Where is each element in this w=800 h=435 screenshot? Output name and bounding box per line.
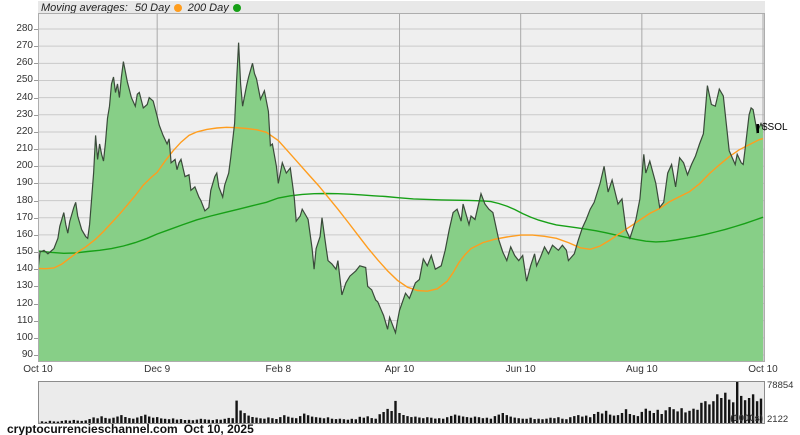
date-label: Oct 10, 2025 — [183, 422, 254, 435]
y-axis-tick — [34, 252, 38, 254]
y-axis-tick — [34, 114, 38, 116]
y-axis-tick — [34, 183, 38, 185]
chart-page: Moving averages: 50 Day 200 Day 90 100 110 1… — [0, 0, 800, 435]
y-axis-label: 270 — [16, 40, 33, 52]
y-axis-label: 170 — [16, 211, 33, 223]
x-axis-label: Oct 10 — [23, 364, 53, 375]
y-axis-label: 210 — [16, 143, 33, 155]
footer: cryptocurrencieschannel.com Oct 10, 2025 — [7, 422, 260, 435]
y-axis-label: 220 — [16, 125, 33, 137]
y-axis-tick — [34, 337, 38, 339]
y-axis-tick — [34, 166, 38, 168]
y-axis-label: 150 — [16, 246, 33, 258]
y-axis-label: 110 — [17, 314, 33, 326]
y-axis-label: 250 — [16, 74, 33, 86]
x-axis-label: Feb 8 — [265, 364, 292, 375]
y-axis-tick — [34, 97, 38, 99]
symbol-label: $SOL — [762, 122, 788, 133]
y-axis-label: 180 — [16, 194, 33, 206]
x-axis-label: Jun 10 — [505, 364, 536, 375]
y-axis-tick — [34, 234, 38, 236]
y-axis-tick — [34, 29, 38, 30]
watermark: cryptocurrencieschannel.com — [7, 422, 178, 435]
y-axis-tick — [34, 320, 38, 322]
y-axis-label: 90 — [21, 349, 33, 360]
y-axis-label: 100 — [16, 331, 33, 343]
x-axis-label: Oct 10 — [748, 364, 778, 375]
y-axis-label: 160 — [16, 228, 33, 240]
y-axis-tick — [34, 200, 38, 202]
y-axis-label: 230 — [16, 108, 33, 120]
y-axis-tick — [34, 149, 38, 151]
y-axis-tick — [34, 46, 38, 48]
y-axis-label: 190 — [16, 177, 33, 189]
x-axis-label: Apr 10 — [384, 364, 415, 375]
price-chart — [38, 13, 765, 362]
y-axis-tick — [34, 131, 38, 133]
y-axis-label: 120 — [16, 297, 33, 309]
y-axis-tick — [34, 355, 38, 356]
y-axis-tick — [34, 303, 38, 305]
y-axis-label: 260 — [16, 57, 33, 69]
y-axis-label: 140 — [16, 263, 33, 275]
y-axis-label: 280 — [16, 23, 33, 34]
y-axis-label: 130 — [16, 280, 33, 292]
y-axis-label: 200 — [16, 160, 33, 172]
y-axis-tick — [34, 63, 38, 65]
y-axis-label: 240 — [16, 91, 33, 103]
volume-min-label: 2122 — [767, 414, 789, 425]
volume-max-label: 78854 — [767, 380, 794, 391]
y-axis-tick — [34, 269, 38, 271]
y-axis-tick — [34, 80, 38, 82]
x-axis-label: Dec 9 — [144, 364, 171, 375]
y-axis-tick — [34, 217, 38, 219]
y-axis-tick — [34, 286, 38, 288]
x-axis-label: Aug 10 — [625, 364, 658, 375]
